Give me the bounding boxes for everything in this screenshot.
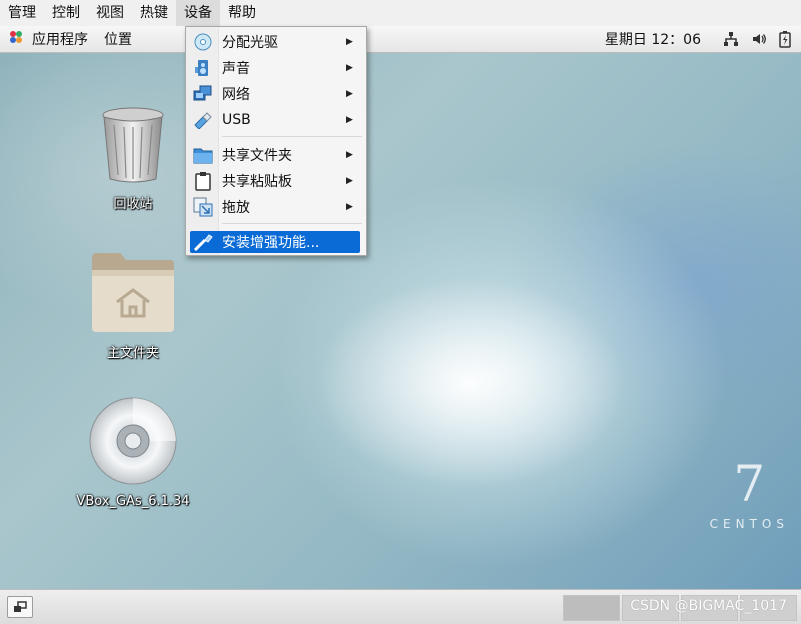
menu-item-audio[interactable]: 声音 ▶ bbox=[190, 57, 360, 79]
applications-label: 应用程序 bbox=[32, 32, 88, 48]
guest-bottom-panel: CSDN @BIGMAC_1017 bbox=[0, 589, 801, 624]
menu-item-label: 分配光驱 bbox=[222, 35, 278, 51]
desktop-icon-trash[interactable]: 回收站 bbox=[73, 105, 193, 212]
centos-logo-word: CENTOS bbox=[709, 517, 789, 531]
applications-menu[interactable]: 应用程序 bbox=[0, 26, 96, 52]
clock[interactable]: 星期日 12：06 bbox=[597, 26, 717, 52]
optical-drive-icon bbox=[192, 32, 214, 52]
clock-label: 星期日 12：06 bbox=[604, 32, 701, 48]
network-adapter-icon bbox=[192, 84, 214, 104]
places-label: 位置 bbox=[104, 32, 132, 48]
menu-separator bbox=[222, 136, 362, 137]
menu-item-shared-clipboard[interactable]: 共享粘贴板 ▶ bbox=[190, 170, 360, 192]
clipboard-icon bbox=[192, 171, 214, 191]
audio-icon bbox=[192, 58, 214, 78]
battery-icon[interactable] bbox=[773, 26, 801, 52]
menu-item-label: USB bbox=[222, 112, 251, 128]
optical-disc-icon bbox=[89, 397, 177, 485]
drag-drop-icon bbox=[192, 197, 214, 217]
devices-menu: 分配光驱 ▶ 声音 ▶ 网络 ▶ USB ▶ 共享文件夹 ▶ 共享粘贴板 ▶ 拖… bbox=[185, 26, 367, 256]
volume-icon[interactable] bbox=[745, 26, 773, 52]
centos-logo: 7 CENTOS bbox=[710, 457, 789, 531]
applications-icon bbox=[8, 29, 24, 49]
workspace-1[interactable] bbox=[563, 595, 620, 621]
desktop-icon-label: 回收站 bbox=[113, 197, 153, 212]
menu-item-label: 拖放 bbox=[222, 200, 250, 216]
menu-devices[interactable]: 设备 bbox=[176, 0, 220, 26]
menu-manage[interactable]: 管理 bbox=[0, 0, 44, 26]
submenu-arrow-icon: ▶ bbox=[346, 115, 353, 125]
menu-item-label: 安装增强功能... bbox=[222, 235, 320, 251]
show-desktop-button[interactable] bbox=[7, 596, 33, 618]
network-icon[interactable] bbox=[717, 26, 745, 52]
menu-help[interactable]: 帮助 bbox=[220, 0, 264, 26]
window-list-icon bbox=[14, 601, 27, 612]
install-guest-additions-icon bbox=[192, 232, 214, 252]
menu-view[interactable]: 视图 bbox=[88, 0, 132, 26]
desktop-icon-label: VBox_GAs_6.1.34 bbox=[76, 494, 190, 509]
desktop-icon-home[interactable]: 主文件夹 bbox=[73, 250, 193, 361]
guest-top-panel: 应用程序 位置 星期日 12：06 bbox=[0, 26, 801, 53]
trash-icon bbox=[102, 107, 164, 183]
usb-icon bbox=[192, 110, 214, 130]
menu-item-label: 网络 bbox=[222, 87, 250, 103]
submenu-arrow-icon: ▶ bbox=[346, 150, 353, 160]
places-menu[interactable]: 位置 bbox=[96, 26, 140, 52]
menu-control[interactable]: 控制 bbox=[44, 0, 88, 26]
menu-hotkeys[interactable]: 热键 bbox=[132, 0, 176, 26]
menu-item-label: 共享粘贴板 bbox=[222, 174, 292, 190]
submenu-arrow-icon: ▶ bbox=[346, 63, 353, 73]
menu-item-install-guest-additions[interactable]: 安装增强功能... bbox=[190, 231, 360, 253]
desktop[interactable]: 回收站 主文件夹 VBox_GAs_6.1.34 7 CENTOS bbox=[0, 53, 801, 589]
menu-item-label: 共享文件夹 bbox=[222, 148, 292, 164]
menu-item-label: 声音 bbox=[222, 61, 250, 77]
menu-item-shared-folders[interactable]: 共享文件夹 ▶ bbox=[190, 144, 360, 166]
vbox-menubar: 管理 控制 视图 热键 设备 帮助 bbox=[0, 0, 801, 26]
submenu-arrow-icon: ▶ bbox=[346, 37, 353, 47]
submenu-arrow-icon: ▶ bbox=[346, 202, 353, 212]
menu-item-drag-drop[interactable]: 拖放 ▶ bbox=[190, 196, 360, 218]
centos-logo-number: 7 bbox=[733, 455, 766, 513]
menu-item-network[interactable]: 网络 ▶ bbox=[190, 83, 360, 105]
menu-item-optical-drives[interactable]: 分配光驱 ▶ bbox=[190, 31, 360, 53]
desktop-icon-label: 主文件夹 bbox=[106, 346, 159, 361]
submenu-arrow-icon: ▶ bbox=[346, 89, 353, 99]
home-folder-icon bbox=[92, 253, 174, 332]
menu-item-usb[interactable]: USB ▶ bbox=[190, 109, 360, 131]
desktop-icon-vbox-gas[interactable]: VBox_GAs_6.1.34 bbox=[73, 396, 193, 509]
submenu-arrow-icon: ▶ bbox=[346, 176, 353, 186]
menu-separator bbox=[222, 223, 362, 224]
shared-folder-icon bbox=[192, 145, 214, 165]
watermark: CSDN @BIGMAC_1017 bbox=[630, 598, 787, 614]
